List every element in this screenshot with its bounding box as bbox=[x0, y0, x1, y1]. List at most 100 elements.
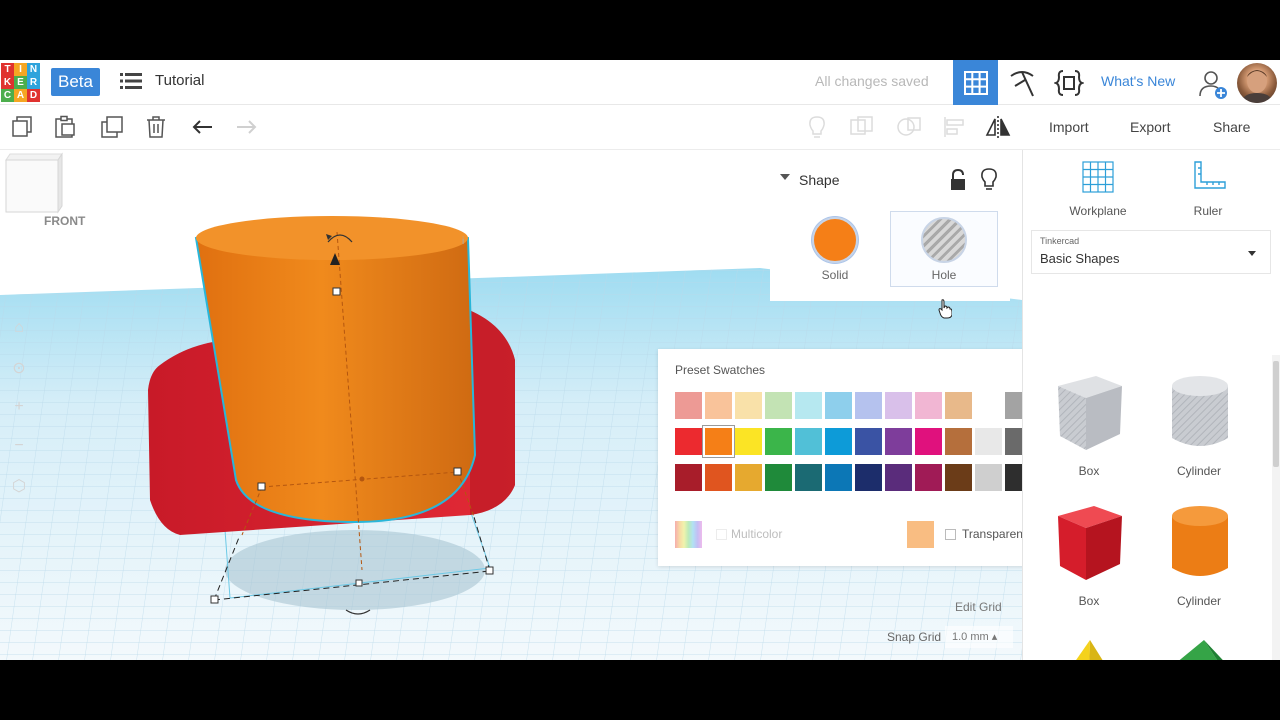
color-swatch[interactable] bbox=[765, 392, 792, 419]
shapes-scrollbar[interactable] bbox=[1272, 355, 1280, 660]
ruler-button[interactable]: Ruler bbox=[1183, 158, 1233, 218]
box-solid-icon bbox=[1058, 506, 1122, 580]
collapse-caret-icon[interactable] bbox=[780, 174, 790, 180]
home-view-button[interactable]: ⌂ bbox=[8, 317, 30, 339]
color-swatch[interactable] bbox=[915, 392, 942, 419]
add-user-icon[interactable] bbox=[1197, 68, 1229, 100]
color-swatch[interactable] bbox=[825, 464, 852, 491]
transparent-label[interactable]: Transparent bbox=[962, 527, 1026, 541]
zoom-in-button[interactable]: + bbox=[8, 396, 30, 418]
design-list-icon[interactable] bbox=[120, 72, 142, 90]
shape-box-solid[interactable]: Box bbox=[1039, 502, 1139, 612]
snap-grid-select[interactable]: 1.0 mm ▴ bbox=[945, 626, 1013, 648]
solid-color-swatch[interactable] bbox=[812, 217, 858, 263]
color-swatch[interactable] bbox=[885, 428, 912, 455]
import-button[interactable]: Import bbox=[1049, 119, 1089, 135]
mirror-button[interactable] bbox=[984, 113, 1012, 141]
design-title[interactable]: Tutorial bbox=[155, 72, 204, 89]
view-cube-front-label[interactable]: FRONT bbox=[44, 214, 85, 228]
cube-icon: ⬡ bbox=[12, 478, 26, 495]
scrollbar-thumb[interactable] bbox=[1273, 361, 1279, 467]
color-swatch[interactable] bbox=[915, 428, 942, 455]
fit-view-button[interactable]: ⊙ bbox=[8, 357, 30, 379]
multicolor-checkbox[interactable] bbox=[716, 529, 727, 540]
letterbox-top bbox=[0, 0, 1280, 60]
ungroup-button[interactable] bbox=[895, 113, 923, 141]
perspective-button[interactable]: ⬡ bbox=[8, 475, 30, 497]
color-swatch[interactable] bbox=[975, 464, 1002, 491]
color-swatch[interactable] bbox=[825, 428, 852, 455]
color-swatch[interactable] bbox=[945, 392, 972, 419]
logo-tile: E bbox=[14, 76, 27, 89]
shape-library-select[interactable]: Tinkercad Basic Shapes bbox=[1031, 230, 1271, 274]
undo-button[interactable] bbox=[189, 113, 217, 141]
color-swatch[interactable] bbox=[705, 464, 732, 491]
shape-pyramid[interactable] bbox=[1039, 638, 1139, 660]
shape-cylinder-solid[interactable]: Cylinder bbox=[1149, 502, 1249, 612]
bricks-view-button[interactable] bbox=[1003, 65, 1041, 101]
color-swatch[interactable] bbox=[675, 428, 702, 455]
align-button[interactable] bbox=[940, 113, 968, 141]
color-swatch[interactable] bbox=[735, 428, 762, 455]
align-icon bbox=[944, 117, 964, 137]
color-swatch[interactable] bbox=[735, 464, 762, 491]
hole-swatch[interactable] bbox=[921, 217, 967, 263]
copy-button[interactable] bbox=[8, 113, 36, 141]
transparent-checkbox[interactable] bbox=[945, 529, 956, 540]
user-avatar[interactable] bbox=[1237, 63, 1277, 103]
color-swatch[interactable] bbox=[855, 392, 882, 419]
color-swatch[interactable] bbox=[855, 464, 882, 491]
shape-inspector: Shape Solid Hole bbox=[770, 161, 1010, 301]
workplane-button[interactable]: Workplane bbox=[1063, 158, 1133, 218]
color-swatch[interactable] bbox=[915, 464, 942, 491]
color-swatch[interactable] bbox=[765, 428, 792, 455]
show-all-button[interactable] bbox=[803, 113, 831, 141]
paste-icon bbox=[55, 115, 75, 138]
shape-inspector-header[interactable]: Shape bbox=[770, 161, 1010, 197]
duplicate-button[interactable] bbox=[98, 113, 126, 141]
color-swatch[interactable] bbox=[675, 464, 702, 491]
whats-new-link[interactable]: What's New bbox=[1101, 73, 1175, 89]
color-swatch[interactable] bbox=[795, 428, 822, 455]
color-swatch[interactable] bbox=[975, 428, 1002, 455]
paste-button[interactable] bbox=[51, 113, 79, 141]
hole-button[interactable]: Hole bbox=[890, 211, 998, 287]
shape-cylinder-hole[interactable]: Cylinder bbox=[1149, 372, 1249, 482]
color-swatch[interactable] bbox=[795, 464, 822, 491]
solid-color-button[interactable]: Solid bbox=[790, 211, 880, 285]
ungroup-icon bbox=[897, 117, 921, 136]
multicolor-option[interactable]: Multicolor bbox=[675, 521, 795, 549]
logo-tile: I bbox=[14, 63, 27, 76]
color-swatch[interactable] bbox=[855, 428, 882, 455]
redo-button[interactable] bbox=[232, 113, 260, 141]
group-button[interactable] bbox=[848, 113, 876, 141]
color-swatch[interactable] bbox=[945, 428, 972, 455]
preset-swatches-title: Preset Swatches bbox=[675, 363, 766, 377]
view-cube[interactable] bbox=[0, 150, 64, 220]
lock-icon[interactable] bbox=[948, 169, 968, 191]
export-button[interactable]: Export bbox=[1130, 119, 1170, 135]
color-swatch[interactable] bbox=[703, 426, 734, 457]
undo-icon bbox=[192, 120, 212, 134]
codeblocks-view-button[interactable] bbox=[1050, 65, 1088, 101]
shape-box-hole[interactable]: Box bbox=[1039, 372, 1139, 482]
lightbulb-icon[interactable] bbox=[980, 168, 998, 192]
color-swatch[interactable] bbox=[885, 392, 912, 419]
color-swatch[interactable] bbox=[825, 392, 852, 419]
color-swatch[interactable] bbox=[945, 464, 972, 491]
workplane-label: Workplane bbox=[1069, 204, 1127, 218]
color-swatch[interactable] bbox=[705, 392, 732, 419]
color-swatch[interactable] bbox=[885, 464, 912, 491]
color-swatch[interactable] bbox=[795, 392, 822, 419]
edit-grid-button[interactable]: Edit Grid bbox=[955, 600, 1002, 614]
tinkercad-logo[interactable]: TINKERCAD bbox=[1, 63, 41, 103]
share-button[interactable]: Share bbox=[1213, 119, 1250, 135]
multicolor-swatch[interactable] bbox=[675, 521, 702, 548]
delete-button[interactable] bbox=[142, 113, 170, 141]
color-swatch[interactable] bbox=[765, 464, 792, 491]
shape-roof[interactable] bbox=[1149, 638, 1249, 660]
color-swatch[interactable] bbox=[675, 392, 702, 419]
color-swatch[interactable] bbox=[735, 392, 762, 419]
zoom-out-button[interactable]: − bbox=[8, 435, 30, 457]
3d-design-view-button[interactable] bbox=[953, 60, 998, 105]
